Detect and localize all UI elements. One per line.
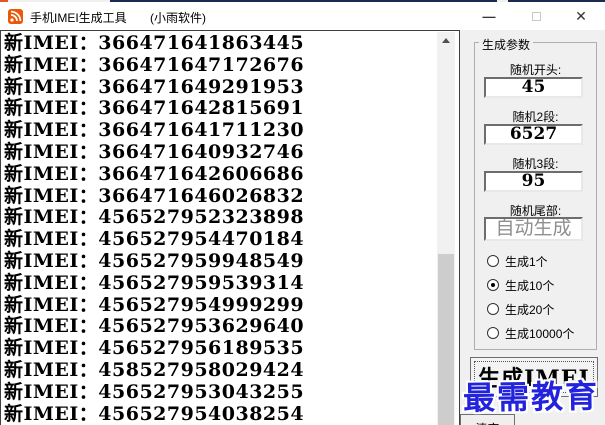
radio-generate-1[interactable]: 生成1个 bbox=[487, 253, 595, 269]
random-seg3-input[interactable]: 95 bbox=[484, 171, 583, 192]
imei-line: 新IMEI：456527954470184 bbox=[4, 228, 305, 251]
random-start-label: 随机开头: bbox=[509, 63, 562, 77]
random-seg2-input[interactable]: 6527 bbox=[484, 124, 583, 145]
radio-icon bbox=[487, 303, 499, 315]
radio-icon bbox=[487, 327, 499, 339]
imei-line: 新IMEI：366471647172676 bbox=[4, 53, 305, 76]
imei-line: 新IMEI：456527959948549 bbox=[4, 249, 305, 272]
imei-line: 新IMEI：366471649291953 bbox=[4, 75, 305, 98]
imei-line: 新IMEI：456527954038254 bbox=[4, 402, 305, 425]
radio-icon bbox=[487, 255, 499, 267]
imei-line: 新IMEI：366471641863445 bbox=[4, 32, 305, 54]
radio-label: 生成1个 bbox=[505, 254, 548, 269]
imei-line: 新IMEI：366471642815691 bbox=[4, 97, 305, 120]
radio-label: 生成10个 bbox=[505, 278, 555, 293]
imei-line: 新IMEI：456527952323898 bbox=[4, 206, 305, 229]
button-focus-rect bbox=[474, 361, 594, 393]
scrollbar-up-button[interactable] bbox=[437, 32, 455, 49]
window-subtitle: (小雨软件) bbox=[150, 11, 206, 25]
maximize-button[interactable] bbox=[519, 2, 553, 30]
generate-imei-button[interactable]: 生成IMEI bbox=[470, 357, 598, 397]
scrollbar-up-icon bbox=[442, 38, 450, 43]
random-start-input[interactable]: 45 bbox=[484, 77, 583, 98]
imei-line: 新IMEI：366471640932746 bbox=[4, 140, 305, 163]
random-seg2-label: 随机2段: bbox=[512, 110, 559, 124]
radio-generate-10[interactable]: 生成10个 bbox=[487, 277, 595, 293]
radio-label: 生成10000个 bbox=[505, 326, 575, 341]
close-button[interactable]: ✕ bbox=[564, 2, 598, 30]
imei-line: 新IMEI：456527956189535 bbox=[4, 337, 305, 360]
scrollbar-thumb[interactable] bbox=[438, 254, 454, 425]
random-seg3-label: 随机3段: bbox=[512, 157, 559, 171]
rss-app-icon bbox=[8, 9, 23, 24]
radio-label: 生成20个 bbox=[505, 302, 555, 317]
imei-line: 新IMEI：366471642606686 bbox=[4, 162, 305, 185]
random-tail-input[interactable]: 自动生成 bbox=[484, 217, 583, 241]
imei-line: 新IMEI：366471641711230 bbox=[4, 119, 305, 142]
radio-generate-10000[interactable]: 生成10000个 bbox=[487, 325, 595, 341]
imei-line: 新IMEI：456527953629640 bbox=[4, 315, 305, 338]
vertical-scrollbar[interactable] bbox=[437, 32, 455, 425]
imei-line: 新IMEI：456527953043255 bbox=[4, 380, 305, 403]
imei-list: 新IMEI：366471641863445 新IMEI：366471647172… bbox=[4, 32, 434, 425]
radio-icon bbox=[487, 279, 499, 291]
imei-line: 新IMEI：366471646026832 bbox=[4, 184, 305, 207]
minimize-button[interactable]: — bbox=[472, 2, 506, 30]
imei-line: 新IMEI：456527954999299 bbox=[4, 293, 305, 316]
maximize-icon bbox=[531, 11, 541, 21]
radio-generate-20[interactable]: 生成20个 bbox=[487, 301, 595, 317]
clear-button[interactable]: 清空 bbox=[460, 414, 515, 425]
imei-line: 新IMEI：458527958029424 bbox=[4, 358, 305, 381]
title-bar: 手机IMEI生成工具 (小雨软件) — ✕ bbox=[0, 2, 605, 30]
window-title: 手机IMEI生成工具 bbox=[30, 11, 127, 25]
imei-output-textarea[interactable]: 新IMEI：366471641863445 新IMEI：366471647172… bbox=[0, 30, 460, 425]
imei-line: 新IMEI：456527959539314 bbox=[4, 271, 305, 294]
groupbox-title: 生成参数 bbox=[479, 36, 534, 53]
